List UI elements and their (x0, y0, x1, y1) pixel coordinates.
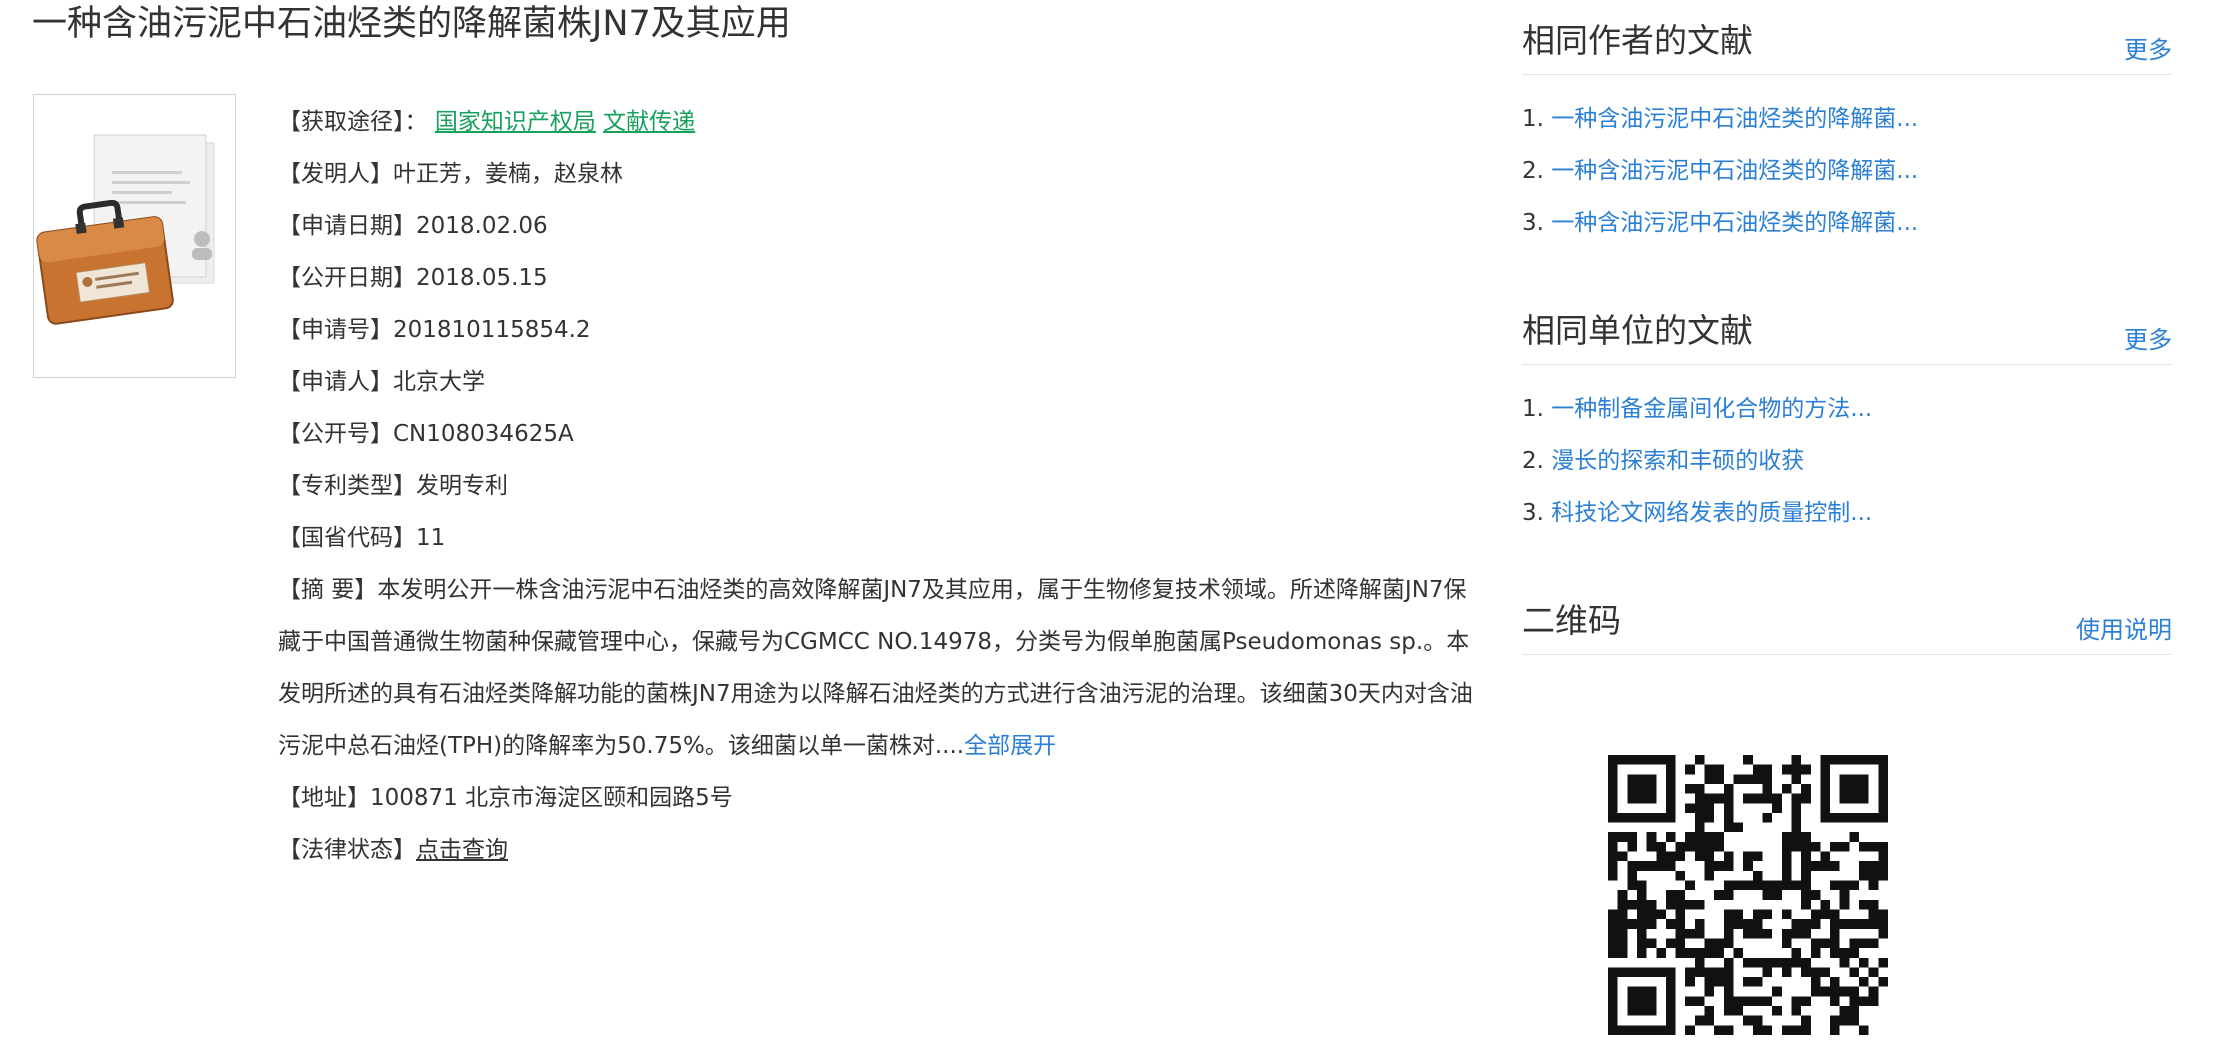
inventor-row: 【发明人】叶正芳，姜楠，赵泉林 (278, 148, 1488, 200)
qr-code-image (1608, 755, 1888, 1035)
same-org-heading: 相同单位的文献 (1522, 304, 1753, 352)
pub-date-label: 【公开日期】 (278, 265, 416, 291)
same-org-section: 相同单位的文献 更多 1. 一种制备金属间化合物的方法... 2. 漫长的探索和… (1522, 290, 2172, 539)
access-row: 【获取途径】： 国家知识产权局 文献传递 (278, 96, 1488, 148)
same-org-link[interactable]: 科技论文网络发表的质量控制... (1551, 500, 1872, 526)
same-org-list: 1. 一种制备金属间化合物的方法... 2. 漫长的探索和丰硕的收获 3. 科技… (1522, 365, 2172, 539)
list-item: 2. 一种含油污泥中石油烃类的降解菌... (1522, 145, 2172, 197)
pub-no-row: 【公开号】CN108034625A (278, 408, 1488, 460)
legal-status-query-link[interactable]: 点击查询 (416, 837, 508, 863)
apply-date-row: 【申请日期】2018.02.06 (278, 200, 1488, 252)
document-thumbnail (33, 94, 236, 378)
apply-no-label: 【申请号】 (278, 317, 393, 343)
list-item: 2. 漫长的探索和丰硕的收获 (1522, 435, 2172, 487)
legal-status-label: 【法律状态】 (278, 837, 416, 863)
same-author-section: 相同作者的文献 更多 1. 一种含油污泥中石油烃类的降解菌... 2. 一种含油… (1522, 0, 2172, 249)
same-author-link[interactable]: 一种含油污泥中石油烃类的降解菌... (1551, 106, 1918, 132)
qrcode-heading: 二维码 (1522, 594, 1621, 642)
list-item: 1. 一种含油污泥中石油烃类的降解菌... (1522, 93, 2172, 145)
same-author-link[interactable]: 一种含油污泥中石油烃类的降解菌... (1551, 210, 1918, 236)
pub-no-value: CN108034625A (393, 421, 574, 447)
item-number: 2. (1522, 158, 1544, 184)
same-author-heading: 相同作者的文献 (1522, 14, 1753, 62)
patent-type-label: 【专利类型】 (278, 473, 416, 499)
item-number: 1. (1522, 106, 1544, 132)
pub-date-row: 【公开日期】2018.05.15 (278, 252, 1488, 304)
qrcode-help-link[interactable]: 使用说明 (2076, 610, 2172, 645)
applicant-label: 【申请人】 (278, 369, 393, 395)
patent-info: 【获取途径】： 国家知识产权局 文献传递 【发明人】叶正芳，姜楠，赵泉林 【申请… (278, 96, 1488, 876)
item-number: 2. (1522, 448, 1544, 474)
item-number: 3. (1522, 210, 1544, 236)
region-code-label: 【国省代码】 (278, 525, 416, 551)
inventor-value: 叶正芳，姜楠，赵泉林 (393, 161, 623, 187)
qrcode-header: 二维码 使用说明 (1522, 580, 2172, 655)
same-org-header: 相同单位的文献 更多 (1522, 290, 2172, 365)
patent-type-value: 发明专利 (416, 473, 508, 499)
item-number: 3. (1522, 500, 1544, 526)
apply-date-label: 【申请日期】 (278, 213, 416, 239)
region-code-value: 11 (416, 525, 445, 551)
cnipa-link[interactable]: 国家知识产权局 (435, 109, 596, 135)
address-value: 100871 北京市海淀区颐和园路5号 (370, 785, 733, 811)
briefcase-document-icon (34, 95, 235, 377)
same-org-link[interactable]: 漫长的探索和丰硕的收获 (1551, 448, 1804, 474)
apply-no-value: 201810115854.2 (393, 317, 591, 343)
apply-date-value: 2018.02.06 (416, 213, 548, 239)
expand-all-link[interactable]: 全部展开 (964, 733, 1056, 759)
inventor-label: 【发明人】 (278, 161, 393, 187)
list-item: 1. 一种制备金属间化合物的方法... (1522, 383, 2172, 435)
pub-date-value: 2018.05.15 (416, 265, 548, 291)
abstract-text: 本发明公开一株含油污泥中石油烃类的高效降解菌JN7及其应用，属于生物修复技术领域… (278, 577, 1473, 759)
same-author-link[interactable]: 一种含油污泥中石油烃类的降解菌... (1551, 158, 1918, 184)
item-number: 1. (1522, 396, 1544, 422)
apply-no-row: 【申请号】201810115854.2 (278, 304, 1488, 356)
region-code-row: 【国省代码】11 (278, 512, 1488, 564)
same-author-header: 相同作者的文献 更多 (1522, 0, 2172, 75)
access-label: 【获取途径】： (278, 109, 428, 135)
list-item: 3. 一种含油污泥中石油烃类的降解菌... (1522, 197, 2172, 249)
applicant-value: 北京大学 (393, 369, 485, 395)
legal-status-row: 【法律状态】点击查询 (278, 824, 1488, 876)
same-org-link[interactable]: 一种制备金属间化合物的方法... (1551, 396, 1872, 422)
same-org-more-link[interactable]: 更多 (2124, 320, 2172, 355)
abstract-block: 【摘 要】本发明公开一株含油污泥中石油烃类的高效降解菌JN7及其应用，属于生物修… (278, 564, 1488, 772)
pub-no-label: 【公开号】 (278, 421, 393, 447)
same-author-more-link[interactable]: 更多 (2124, 30, 2172, 65)
page-title: 一种含油污泥中石油烃类的降解菌株JN7及其应用 (32, 2, 791, 46)
address-label: 【地址】 (278, 785, 370, 811)
document-delivery-link[interactable]: 文献传递 (603, 109, 695, 135)
patent-type-row: 【专利类型】发明专利 (278, 460, 1488, 512)
abstract-label: 【摘 要】 (278, 577, 377, 603)
applicant-row: 【申请人】北京大学 (278, 356, 1488, 408)
same-author-list: 1. 一种含油污泥中石油烃类的降解菌... 2. 一种含油污泥中石油烃类的降解菌… (1522, 75, 2172, 249)
address-row: 【地址】100871 北京市海淀区颐和园路5号 (278, 772, 1488, 824)
list-item: 3. 科技论文网络发表的质量控制... (1522, 487, 2172, 539)
